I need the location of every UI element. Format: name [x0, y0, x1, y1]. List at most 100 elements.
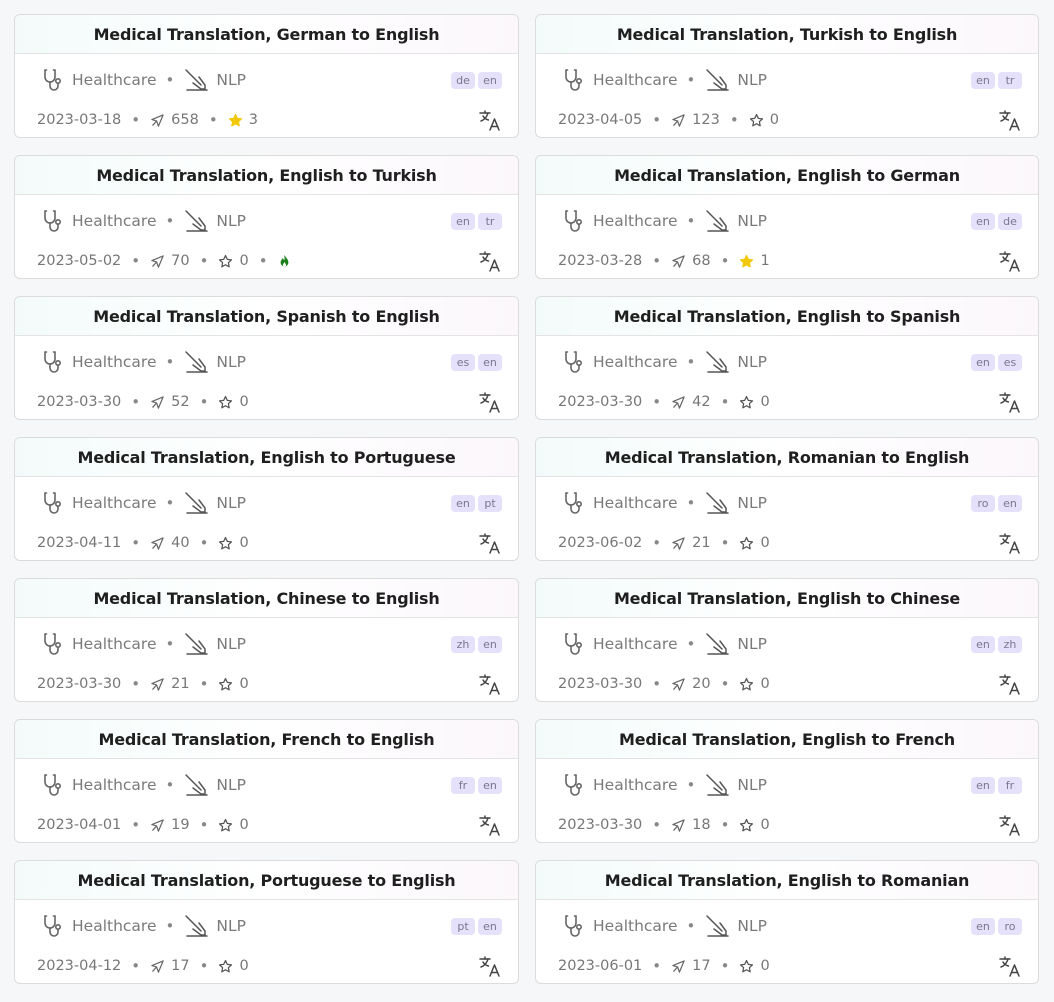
model-card[interactable]: Medical Translation, English to Chinese … [535, 578, 1039, 702]
model-card[interactable]: Medical Translation, German to English H… [14, 14, 519, 138]
category-label[interactable]: Healthcare [72, 353, 157, 371]
pin-icon [150, 818, 165, 833]
star-icon[interactable] [228, 113, 243, 128]
card-title: Medical Translation, English to Portugue… [15, 438, 518, 477]
type-label[interactable]: NLP [737, 635, 767, 653]
model-card[interactable]: Medical Translation, Turkish to English … [535, 14, 1039, 138]
language-badge[interactable]: en [478, 776, 502, 794]
card-tags-row: Healthcare • NLP en tr [39, 207, 502, 235]
star-icon[interactable] [218, 395, 233, 410]
language-badge[interactable]: en [478, 635, 502, 653]
model-card[interactable]: Medical Translation, English to French H… [535, 719, 1039, 843]
type-label[interactable]: NLP [216, 212, 246, 230]
language-badge[interactable]: pt [478, 494, 502, 512]
language-badge[interactable]: ro [971, 494, 995, 512]
category-label[interactable]: Healthcare [593, 776, 678, 794]
model-card[interactable]: Medical Translation, Spanish to English … [14, 296, 519, 420]
type-label[interactable]: NLP [737, 71, 767, 89]
card-meta-row: 2023-03-30 • 20 • 0 • [558, 671, 1022, 697]
category-label[interactable]: Healthcare [593, 71, 678, 89]
separator-dot: • [199, 675, 209, 693]
language-badge[interactable]: zh [451, 635, 475, 653]
language-badge[interactable]: en [971, 917, 995, 935]
star-icon[interactable] [739, 959, 754, 974]
star-icon[interactable] [218, 536, 233, 551]
language-badge[interactable]: ro [998, 917, 1022, 935]
star-icon[interactable] [739, 254, 754, 269]
download-count: 18 [692, 817, 711, 833]
category-label[interactable]: Healthcare [72, 494, 157, 512]
translate-icon [998, 813, 1022, 837]
language-badge[interactable]: de [451, 71, 475, 89]
category-label[interactable]: Healthcare [593, 494, 678, 512]
type-label[interactable]: NLP [216, 776, 246, 794]
language-badge[interactable]: en [971, 635, 995, 653]
card-tags-row: Healthcare • NLP en tr [560, 66, 1022, 94]
language-badge[interactable]: en [998, 494, 1022, 512]
stethoscope-icon [560, 913, 586, 939]
type-label[interactable]: NLP [216, 494, 246, 512]
language-badge[interactable]: fr [451, 776, 475, 794]
star-icon[interactable] [749, 113, 764, 128]
category-label[interactable]: Healthcare [72, 71, 157, 89]
language-badge[interactable]: tr [478, 212, 502, 230]
type-label[interactable]: NLP [216, 635, 246, 653]
category-label[interactable]: Healthcare [72, 212, 157, 230]
card-tags-row: Healthcare • NLP ro en [560, 489, 1022, 517]
model-card[interactable]: Medical Translation, English to Spanish … [535, 296, 1039, 420]
type-label[interactable]: NLP [737, 776, 767, 794]
card-title: Medical Translation, Spanish to English [15, 297, 518, 336]
star-icon[interactable] [739, 677, 754, 692]
pin-icon [671, 677, 686, 692]
language-badge[interactable]: en [971, 71, 995, 89]
language-badge[interactable]: en [971, 353, 995, 371]
model-card[interactable]: Medical Translation, Romanian to English… [535, 437, 1039, 561]
model-card[interactable]: Medical Translation, English to Turkish … [14, 155, 519, 279]
star-icon[interactable] [218, 959, 233, 974]
category-label[interactable]: Healthcare [593, 353, 678, 371]
model-card[interactable]: Medical Translation, English to Romanian… [535, 860, 1039, 984]
type-label[interactable]: NLP [737, 353, 767, 371]
language-badge[interactable]: en [971, 212, 995, 230]
language-badge[interactable]: de [998, 212, 1022, 230]
type-label[interactable]: NLP [216, 353, 246, 371]
type-label[interactable]: NLP [216, 917, 246, 935]
star-icon[interactable] [739, 818, 754, 833]
language-badge[interactable]: es [451, 353, 475, 371]
star-icon[interactable] [218, 254, 233, 269]
type-label[interactable]: NLP [737, 494, 767, 512]
category-label[interactable]: Healthcare [593, 212, 678, 230]
language-badge[interactable]: fr [998, 776, 1022, 794]
category-label[interactable]: Healthcare [593, 635, 678, 653]
star-icon[interactable] [739, 536, 754, 551]
model-card[interactable]: Medical Translation, English to German H… [535, 155, 1039, 279]
language-badge[interactable]: en [451, 494, 475, 512]
language-badge[interactable]: en [971, 776, 995, 794]
language-badge[interactable]: en [478, 353, 502, 371]
stethoscope-icon [39, 349, 65, 375]
language-badge[interactable]: en [478, 71, 502, 89]
separator-dot: • [131, 252, 141, 270]
type-label[interactable]: NLP [737, 917, 767, 935]
star-icon[interactable] [218, 818, 233, 833]
language-badge[interactable]: en [451, 212, 475, 230]
category-label[interactable]: Healthcare [72, 776, 157, 794]
language-badge[interactable]: pt [451, 917, 475, 935]
language-badge[interactable]: es [998, 353, 1022, 371]
model-card[interactable]: Medical Translation, French to English H… [14, 719, 519, 843]
star-icon[interactable] [739, 395, 754, 410]
language-badge[interactable]: en [478, 917, 502, 935]
category-label[interactable]: Healthcare [593, 917, 678, 935]
star-icon[interactable] [218, 677, 233, 692]
card-tags-row: Healthcare • NLP en es [560, 348, 1022, 376]
category-label[interactable]: Healthcare [72, 917, 157, 935]
type-label[interactable]: NLP [216, 71, 246, 89]
card-title: Medical Translation, English to Spanish [536, 297, 1038, 336]
model-card[interactable]: Medical Translation, Portuguese to Engli… [14, 860, 519, 984]
category-label[interactable]: Healthcare [72, 635, 157, 653]
model-card[interactable]: Medical Translation, Chinese to English … [14, 578, 519, 702]
type-label[interactable]: NLP [737, 212, 767, 230]
language-badge[interactable]: tr [998, 71, 1022, 89]
language-badge[interactable]: zh [998, 635, 1022, 653]
model-card[interactable]: Medical Translation, English to Portugue… [14, 437, 519, 561]
